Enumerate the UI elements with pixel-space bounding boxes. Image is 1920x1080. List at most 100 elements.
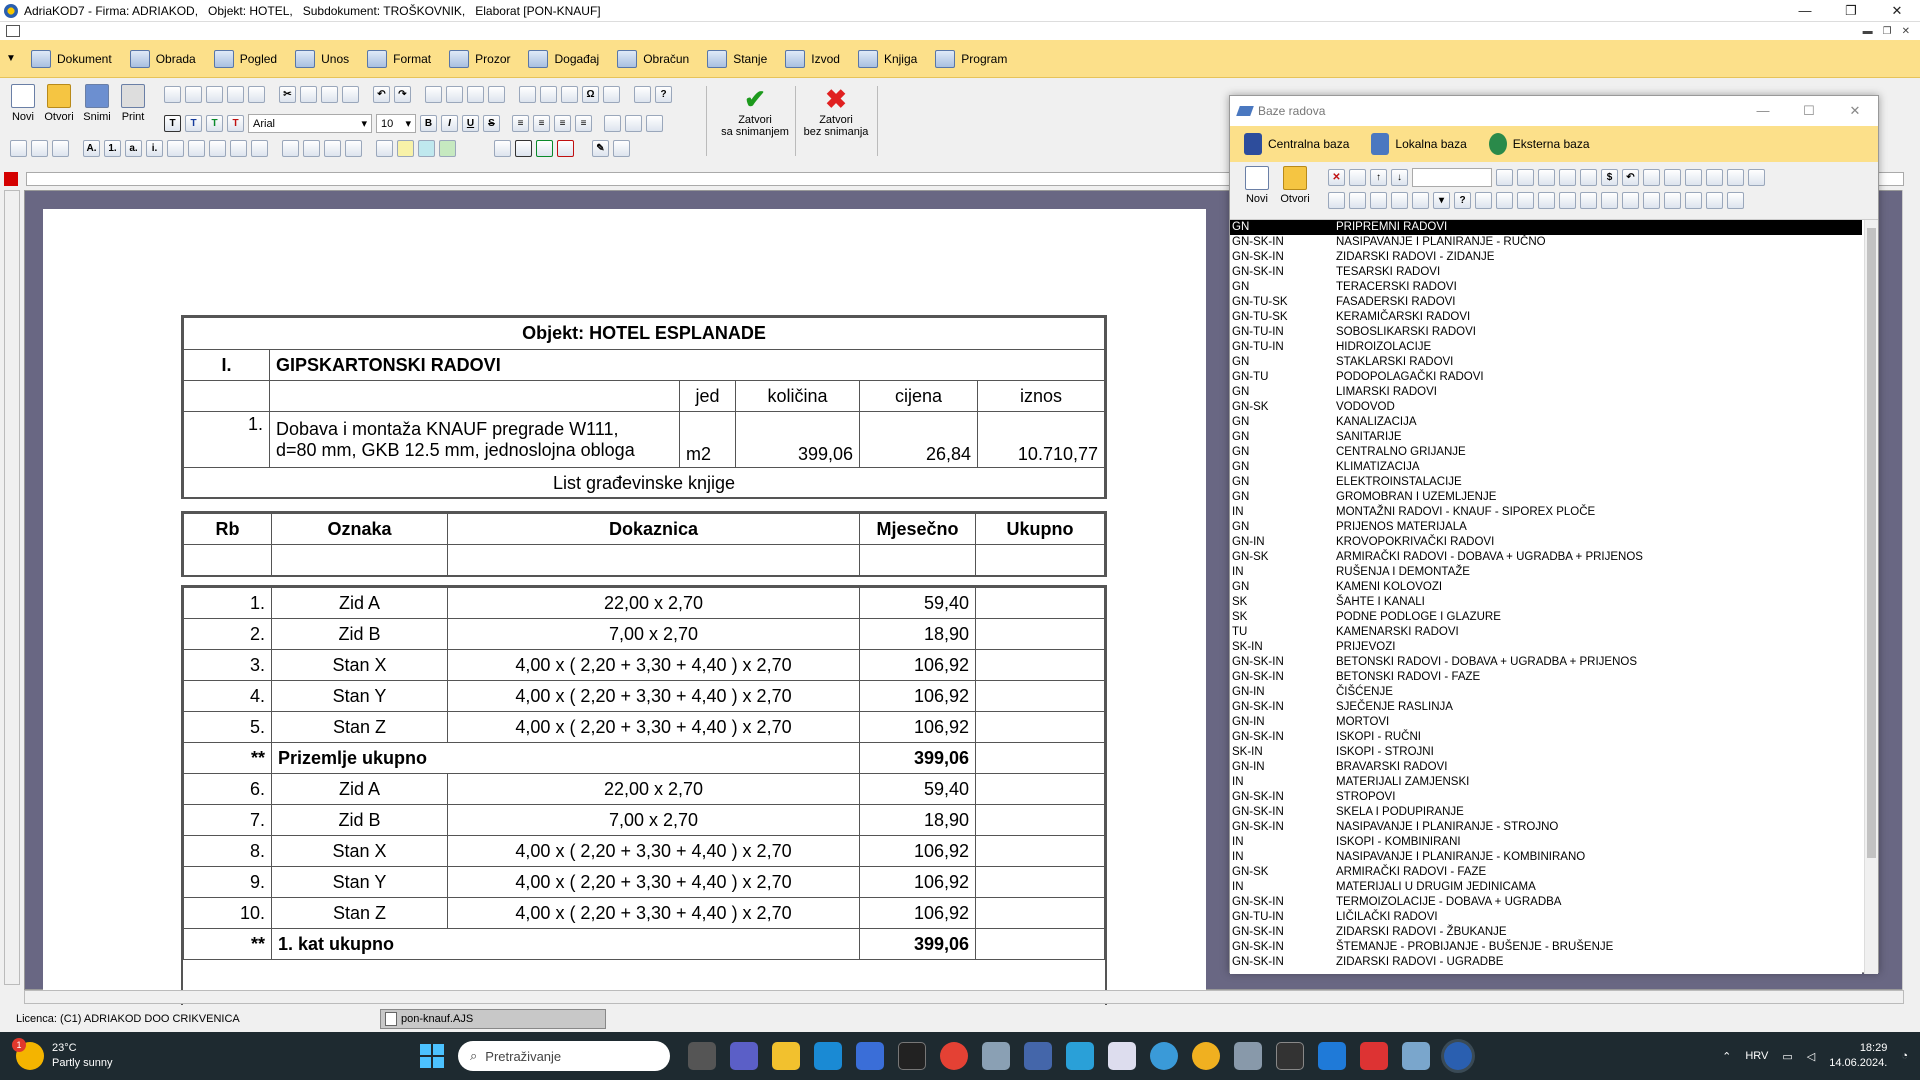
- baze-scrollbar[interactable]: [1864, 220, 1878, 974]
- list-item[interactable]: GN-SK-IN NASIPAVANJE I PLANIRANJE - STROJ…: [1230, 820, 1862, 835]
- text-color-green-icon[interactable]: T: [206, 115, 223, 132]
- image-icon[interactable]: [519, 86, 536, 103]
- house-icon[interactable]: [1664, 192, 1681, 209]
- list-item[interactable]: GN CENTRALNO GRIJANJE: [1230, 445, 1862, 460]
- cell-shade-cyan-icon[interactable]: [418, 140, 435, 157]
- notes-icon[interactable]: [1066, 1042, 1094, 1070]
- grid-view-icon[interactable]: [1517, 169, 1534, 186]
- cell-shade-white-icon[interactable]: [376, 140, 393, 157]
- strikethrough-icon[interactable]: S: [483, 115, 500, 132]
- book-icon[interactable]: [1706, 169, 1723, 186]
- phone-icon[interactable]: [1685, 169, 1702, 186]
- table-row[interactable]: 4. Stan Y 4,00 x ( 2,20 + 3,30 + 4,40 ) x …: [183, 680, 1105, 712]
- list-item[interactable]: IN MATERIJALI U DRUGIM JEDINICAMA: [1230, 880, 1862, 895]
- table-row[interactable]: 1. Zid A 22,00 x 2,70 59,40: [183, 587, 1105, 619]
- frame-3-icon[interactable]: [324, 140, 341, 157]
- mdi-restore-icon[interactable]: ❐: [1883, 26, 1892, 37]
- list-item[interactable]: GN KAMENI KOLOVOZI: [1230, 580, 1862, 595]
- list-item[interactable]: SK PODNE PODLOGE I GLAZURE: [1230, 610, 1862, 625]
- vscode-icon[interactable]: [1318, 1042, 1346, 1070]
- bird-icon[interactable]: [1706, 192, 1723, 209]
- lightning-icon[interactable]: [1360, 1042, 1388, 1070]
- menu-prozor[interactable]: Prozor: [440, 44, 519, 74]
- link-icon[interactable]: [1622, 192, 1639, 209]
- menu-format[interactable]: Format: [358, 44, 440, 74]
- sun-app-icon[interactable]: [1192, 1042, 1220, 1070]
- save-icon[interactable]: [1727, 192, 1744, 209]
- app-icon[interactable]: [1024, 1042, 1052, 1070]
- delete-icon[interactable]: ✕: [1328, 169, 1345, 186]
- menu-unos[interactable]: Unos: [286, 44, 358, 74]
- align-right-icon[interactable]: ≡: [554, 115, 571, 132]
- list-item[interactable]: GN LIMARSKI RADOVI: [1230, 385, 1862, 400]
- tab-centralna-baza[interactable]: Centralna baza: [1244, 133, 1349, 155]
- binoculars-icon[interactable]: [1496, 169, 1513, 186]
- open-button[interactable]: Otvori: [42, 84, 76, 123]
- menu-obrada[interactable]: Obrada: [121, 44, 205, 74]
- list-item[interactable]: GN-SK-IN TESARSKI RADOVI: [1230, 265, 1862, 280]
- doc-3-icon[interactable]: [1538, 192, 1555, 209]
- border-all-icon[interactable]: [494, 140, 511, 157]
- redo-icon[interactable]: ↷: [394, 86, 411, 103]
- import-icon[interactable]: [1727, 169, 1744, 186]
- align-left-icon[interactable]: ≡: [512, 115, 529, 132]
- doc-2-icon[interactable]: [1517, 192, 1534, 209]
- list-item[interactable]: GN GROMOBRAN I UZEMLJENJE: [1230, 490, 1862, 505]
- print-button[interactable]: Print: [116, 84, 150, 123]
- price-icon[interactable]: $: [1601, 169, 1618, 186]
- export-icon[interactable]: [1748, 169, 1765, 186]
- sort-asc-icon[interactable]: ↑: [1370, 169, 1387, 186]
- list-item[interactable]: GN-TU-IN LIČILAČKI RADOVI: [1230, 910, 1862, 925]
- volume-icon[interactable]: ◁: [1807, 1050, 1815, 1063]
- list-item[interactable]: GN-SK-IN ZIDARSKI RADOVI - ZIDANJE: [1230, 250, 1862, 265]
- building-icon[interactable]: [1685, 192, 1702, 209]
- terminal-icon[interactable]: [898, 1042, 926, 1070]
- menu-izvod[interactable]: Izvod: [776, 44, 849, 74]
- material-icon[interactable]: [1412, 192, 1429, 209]
- stack-icon[interactable]: [1664, 169, 1681, 186]
- mdi-menu-icon[interactable]: [6, 25, 20, 37]
- list-item[interactable]: GN-IN ČIŠĆENJE: [1230, 685, 1862, 700]
- list-item[interactable]: GN-TU-IN SOBOSLIKARSKI RADOVI: [1230, 325, 1862, 340]
- omega-icon[interactable]: Ω: [582, 86, 599, 103]
- baze-close-button[interactable]: ✕: [1832, 103, 1878, 119]
- field-icon[interactable]: [467, 86, 484, 103]
- tools-icon[interactable]: [634, 86, 651, 103]
- taskbar-search[interactable]: ⌕ Pretraživanje: [458, 1041, 670, 1071]
- indent-icon[interactable]: [251, 140, 268, 157]
- mdi-close-icon[interactable]: ✕: [1902, 26, 1910, 37]
- monitor-icon[interactable]: [1402, 1042, 1430, 1070]
- start-button[interactable]: [420, 1044, 444, 1068]
- calc-icon[interactable]: [1475, 192, 1492, 209]
- chrome-icon[interactable]: [940, 1042, 968, 1070]
- bold-icon[interactable]: B: [420, 115, 437, 132]
- brush-icon[interactable]: [603, 86, 620, 103]
- settings-icon[interactable]: [982, 1042, 1010, 1070]
- bullet-list-icon[interactable]: [209, 140, 226, 157]
- border-green-icon[interactable]: [536, 140, 553, 157]
- valign-top-icon[interactable]: [646, 115, 663, 132]
- list-item[interactable]: GN-SK ARMIRAČKI RADOVI - FAZE: [1230, 865, 1862, 880]
- list-item[interactable]: GN TERACERSKI RADOVI: [1230, 280, 1862, 295]
- table-icon[interactable]: [488, 86, 505, 103]
- edge-icon[interactable]: [814, 1042, 842, 1070]
- table-row[interactable]: 2. Zid B 7,00 x 2,70 18,90: [183, 618, 1105, 650]
- text-style-icon[interactable]: T: [164, 115, 181, 132]
- baze-new-button[interactable]: Novi: [1240, 166, 1274, 205]
- task-view-icon[interactable]: [688, 1042, 716, 1070]
- tree-icon[interactable]: [1580, 192, 1597, 209]
- menu-pogled[interactable]: Pogled: [205, 44, 286, 74]
- list-item[interactable]: GN-TU-SK KERAMIČARSKI RADOVI: [1230, 310, 1862, 325]
- close-without-save-button[interactable]: ✖ Zatvori bez snimanja: [800, 84, 872, 138]
- list-item[interactable]: GN-SK-IN SJEČENJE RASLINJA: [1230, 700, 1862, 715]
- list-item[interactable]: IN NASIPAVANJE I PLANIRANJE - KOMBINIRANO: [1230, 850, 1862, 865]
- baze-scrollbar-thumb[interactable]: [1867, 228, 1876, 858]
- underline-icon[interactable]: U: [462, 115, 479, 132]
- list-item[interactable]: GN-TU-IN HIDROIZOLACIJE: [1230, 340, 1862, 355]
- sort-desc-icon[interactable]: ↓: [1391, 169, 1408, 186]
- tab-lokalna-baza[interactable]: Lokalna baza: [1371, 133, 1467, 155]
- baze-search-input[interactable]: [1412, 168, 1492, 187]
- border-icon[interactable]: [52, 140, 69, 157]
- list-item[interactable]: GN-IN MORTOVI: [1230, 715, 1862, 730]
- text-color-blue-icon[interactable]: T: [185, 115, 202, 132]
